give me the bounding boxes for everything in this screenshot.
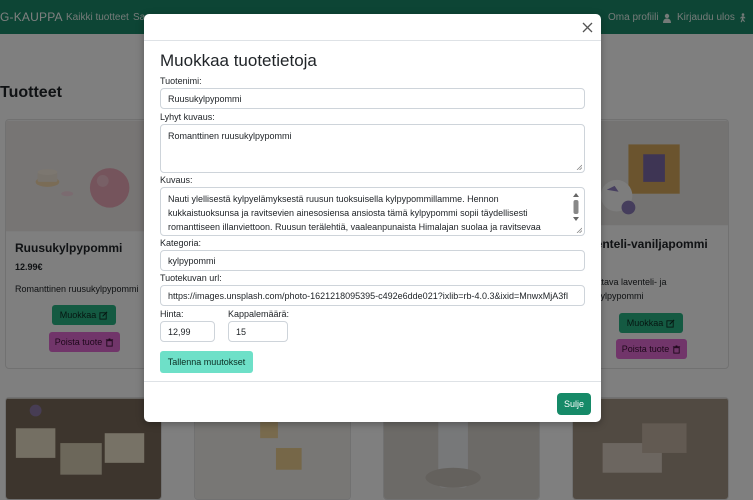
description-label: Kuvaus: — [160, 175, 193, 185]
modal-footer: Sulje — [144, 381, 601, 422]
image-url-label: Tuotekuvan url: — [160, 273, 222, 283]
product-name-input[interactable]: Ruusukylpypommi — [160, 88, 585, 109]
image-url-input[interactable]: https://images.unsplash.com/photo-162121… — [160, 285, 585, 306]
close-button[interactable] — [580, 20, 594, 34]
quantity-input[interactable]: 15 — [228, 321, 288, 342]
product-name-label: Tuotenimi: — [160, 76, 202, 86]
price-label: Hinta: — [160, 309, 184, 319]
modal-header — [144, 14, 601, 41]
resize-handle-icon[interactable] — [576, 164, 582, 170]
category-label: Kategoria: — [160, 238, 202, 248]
quantity-label: Kappalemäärä: — [228, 309, 290, 319]
description-line: kukkaistuoksunsa ja ravitsevien ainesosi… — [168, 207, 528, 218]
scrollbar[interactable] — [572, 192, 580, 232]
resize-handle-icon[interactable] — [576, 227, 582, 233]
description-textarea[interactable]: Nauti ylellisestä kylpyelämyksestä ruusu… — [160, 187, 585, 236]
close-icon — [582, 22, 592, 32]
category-input[interactable]: kylpypommi — [160, 250, 585, 271]
price-input[interactable]: 12,99 — [160, 321, 215, 342]
description-line: Nauti ylellisestä kylpyelämyksestä ruusu… — [168, 194, 499, 204]
short-description-value: Romanttinen ruusukylpypommi — [168, 131, 292, 141]
edit-product-modal: Muokkaa tuotetietoja Tuotenimi: Ruusukyl… — [144, 14, 601, 422]
description-line: romanttiseen illanviettoon. Ruusun teräl… — [168, 221, 541, 232]
short-description-textarea[interactable]: Romanttinen ruusukylpypommi — [160, 124, 585, 173]
save-changes-button[interactable]: Tallenna muutokset — [160, 351, 253, 373]
modal-title: Muokkaa tuotetietoja — [160, 51, 317, 70]
short-description-label: Lyhyt kuvaus: — [160, 112, 215, 122]
close-modal-button[interactable]: Sulje — [557, 393, 591, 415]
